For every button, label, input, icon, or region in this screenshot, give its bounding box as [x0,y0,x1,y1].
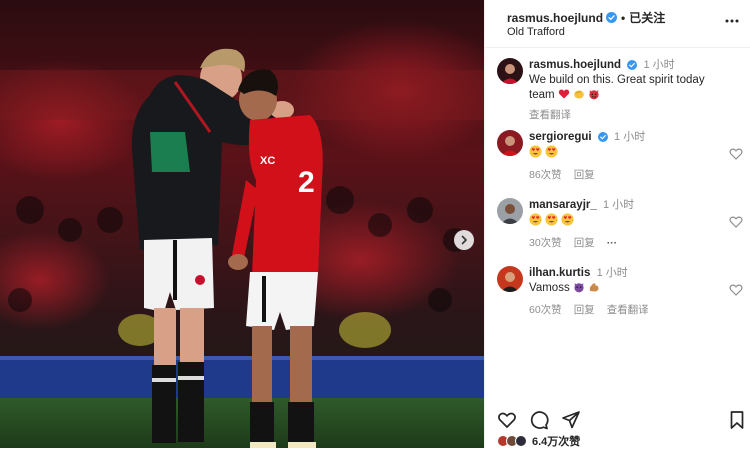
heart-outline-icon [729,216,743,228]
comment-bubble-icon [530,411,549,430]
chevron-right-icon [461,235,467,245]
muscle-emoji [589,283,599,292]
instagram-post: XC 2 rasmus.hoejlund • 已关注 Old Trafford … [0,0,750,448]
post-header: rasmus.hoejlund • 已关注 Old Trafford [485,0,750,48]
comment-time: 1 小时 [614,131,646,143]
devil-emoji [574,283,584,293]
location-link[interactable]: Old Trafford [507,26,565,38]
comment-likes[interactable]: 60次赞 [529,302,562,317]
heart-eyes-emoji [529,213,542,226]
comment-username[interactable]: mansarayjr_ [529,199,597,211]
avatar-image [497,266,523,292]
post-photo[interactable]: XC 2 [0,0,484,448]
see-translation-link[interactable]: 查看翻译 [529,107,571,122]
liker-avatar [515,435,527,447]
svg-text:XC: XC [260,155,275,167]
comment-likes[interactable]: 30次赞 [529,235,562,250]
comment-username[interactable]: sergioregui [529,131,592,143]
comment-text [529,213,733,229]
comment-like-button[interactable] [729,283,743,297]
clap-emoji [574,90,584,99]
comment-text [529,145,733,161]
players-embrace-photo: XC 2 [0,0,484,448]
heart-outline-icon [729,148,743,160]
avatar-image [497,58,523,84]
avatar[interactable] [497,198,523,224]
save-button[interactable] [727,410,747,430]
bookmark-icon [730,411,744,429]
see-translation-link[interactable]: 查看翻译 [607,302,649,317]
comment-like-button[interactable] [729,215,743,229]
heart-eyes-emoji [561,213,574,226]
share-button[interactable] [561,410,581,430]
more-options-button[interactable] [723,12,741,30]
verified-badge-icon [597,131,608,142]
header-username[interactable]: rasmus.hoejlund [507,11,603,25]
comment-text: Vamoss [529,282,570,294]
comment-likes[interactable]: 86次赞 [529,167,562,182]
verified-badge-icon [627,59,638,70]
avatar-image [497,198,523,224]
reply-button[interactable]: 回复 [574,167,595,182]
likes-count: 6.4万次赞 [532,436,581,448]
paper-plane-icon [562,411,580,429]
caption-time: 1 小时 [643,59,675,71]
comment-time: 1 小时 [602,199,635,211]
likes-summary[interactable]: 6.4万次赞 [497,434,580,448]
heart-eyes-emoji [545,145,558,158]
comment-like-button[interactable] [729,147,743,161]
post-side-panel: rasmus.hoejlund • 已关注 Old Trafford rasmu… [484,0,750,448]
next-slide-button[interactable] [454,230,474,250]
reply-button[interactable]: 回复 [574,302,595,317]
follow-status-button[interactable]: 已关注 [629,9,665,26]
red-heart-emoji [558,89,569,99]
avatar[interactable] [497,130,523,156]
heart-outline-icon [498,412,516,429]
action-bar [497,410,747,432]
avatar[interactable] [497,58,523,84]
reply-button[interactable]: 回复 [574,235,595,250]
verified-badge-icon [606,12,618,23]
comment-more-button[interactable]: ··· [607,237,618,249]
heart-eyes-emoji [545,213,558,226]
separator-dot: • [621,10,626,25]
avatar-image [497,130,523,156]
svg-text:2: 2 [298,166,315,199]
comment-username[interactable]: ilhan.kurtis [529,267,590,279]
comment-button[interactable] [529,410,549,430]
like-button[interactable] [497,410,517,430]
avatar[interactable] [497,266,523,292]
heart-outline-icon [729,284,743,296]
more-dots-icon [725,19,739,23]
caption-username[interactable]: rasmus.hoejlund [529,59,621,71]
heart-eyes-emoji [529,145,542,158]
caption-text: We build on this. Great spirit today tea… [529,74,705,101]
devil-emoji [589,90,599,100]
comment-time: 1 小时 [596,267,628,279]
